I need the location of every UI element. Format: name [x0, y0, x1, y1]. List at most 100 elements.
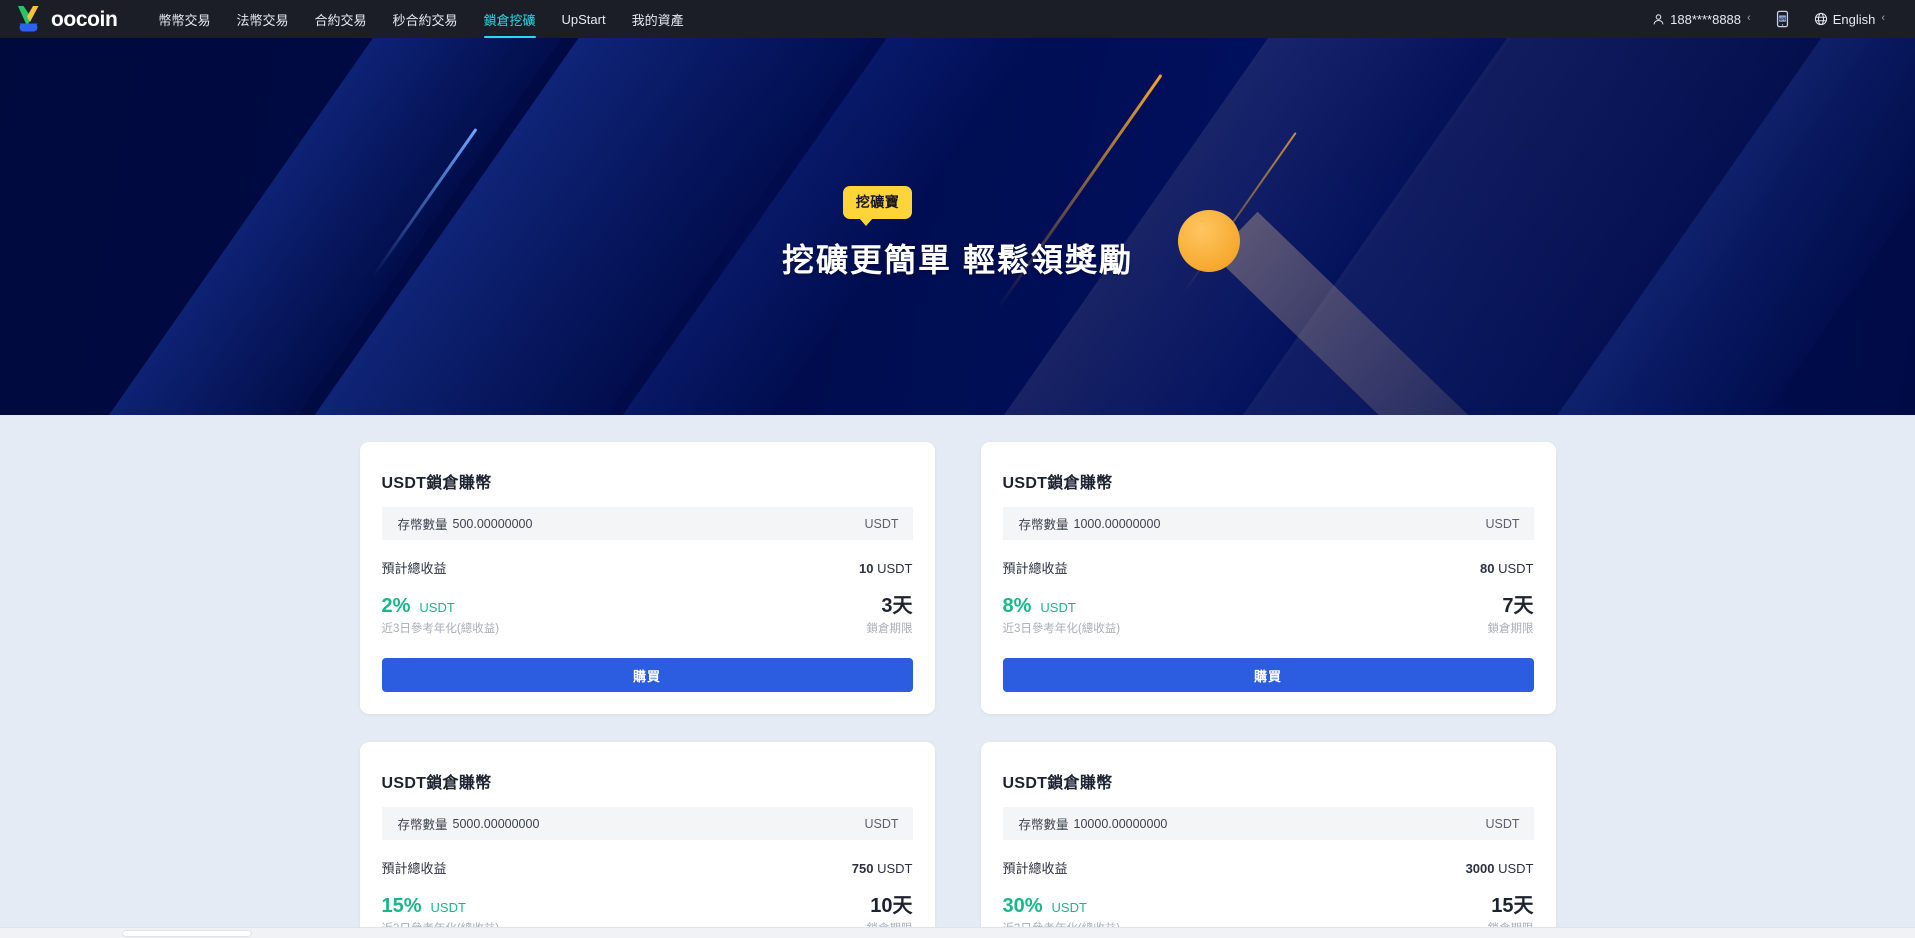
annual-rate-value: 8% [1002, 595, 1032, 617]
profit-unit: USDT [877, 561, 913, 576]
nav-item-my-assets[interactable]: 我的資產 [619, 0, 697, 38]
rate-group: 15% USDT [382, 895, 466, 918]
annual-rate-coin: USDT [1040, 600, 1076, 615]
rate-term-caption-row: 近3日參考年化(總收益) 鎖倉期限 [382, 620, 913, 636]
lock-term-value: 7天 [1502, 595, 1534, 617]
estimated-profit-label: 預計總收益 [1002, 561, 1068, 576]
rate-group: 30% USDT [1003, 895, 1087, 918]
horizontal-scrollbar-thumb[interactable] [122, 930, 252, 937]
profit-unit: USDT [877, 861, 913, 876]
rate-term-row: 2% USDT 3天 [382, 589, 913, 618]
deposit-amount-value: 1000.00000000 [1073, 516, 1161, 531]
estimated-profit-row: 預計總收益 3000 USDT [1003, 858, 1534, 877]
brand-logo[interactable]: oocoin [14, 4, 118, 34]
annual-rate-value: 15% [381, 895, 422, 917]
lock-term-value: 15天 [1491, 895, 1534, 917]
card-title: USDT鎖倉賺幣 [1002, 475, 1113, 492]
deposit-amount-field[interactable]: 存幣數量 5000.00000000 USDT [381, 807, 913, 840]
estimated-profit-label: 預計總收益 [381, 561, 447, 576]
profit-number: 80 [1480, 561, 1495, 576]
estimated-profit-value: 10 USDT [859, 561, 912, 576]
nav-label: 我的資產 [631, 12, 684, 28]
estimated-profit-row: 預計總收益 750 USDT [382, 858, 913, 877]
user-icon [1652, 13, 1665, 26]
deposit-amount-unit: USDT [864, 816, 899, 831]
nav-label: 法幣交易 [236, 12, 289, 28]
rate-group: 2% USDT [382, 595, 455, 618]
deposit-amount-label: 存幣數量 [397, 818, 448, 832]
nav-item-futures[interactable]: 合約交易 [301, 0, 379, 38]
deposit-amount-field[interactable]: 存幣數量 1000.00000000 USDT [1002, 507, 1534, 540]
nav-label: UpStart [561, 11, 606, 27]
rate-term-row: 8% USDT 7天 [1003, 589, 1534, 618]
annual-rate-coin: USDT [1051, 900, 1087, 915]
lock-term-note: 鎖倉期限 [1487, 623, 1534, 635]
annual-rate-note: 近3日參考年化(總收益) [381, 623, 500, 635]
deposit-amount-unit: USDT [864, 516, 899, 531]
estimated-profit-value: 3000 USDT [1466, 861, 1534, 876]
globe-icon [1814, 12, 1828, 26]
estimated-profit-label: 預計總收益 [1002, 861, 1068, 876]
rate-term-row: 15% USDT 10天 [382, 889, 913, 918]
product-card: USDT鎖倉賺幣 存幣數量 1000.00000000 USDT 預計總收益 8… [980, 442, 1556, 714]
deposit-amount-label: 存幣數量 [1018, 818, 1069, 832]
nav-item-upstart[interactable]: UpStart [549, 0, 619, 38]
lock-term-value: 3天 [881, 595, 913, 617]
profit-unit: USDT [1498, 861, 1534, 876]
annual-rate-coin: USDT [419, 600, 455, 615]
main-content: USDT鎖倉賺幣 存幣數量 500.00000000 USDT 預計總收益 10… [0, 415, 1915, 938]
nav-label: 幣幣交易 [158, 12, 211, 28]
brand-logo-text: oocoin [51, 7, 118, 31]
product-card: USDT鎖倉賺幣 存幣數量 500.00000000 USDT 預計總收益 10… [359, 442, 935, 714]
deposit-amount-field[interactable]: 存幣數量 500.00000000 USDT [381, 507, 913, 540]
annual-rate-value: 30% [1002, 895, 1043, 917]
card-title: USDT鎖倉賺幣 [1002, 775, 1113, 792]
deposit-amount-label: 存幣數量 [397, 518, 448, 532]
estimated-profit-row: 預計總收益 10 USDT [382, 558, 913, 577]
profit-number: 750 [851, 861, 874, 876]
lock-term-note: 鎖倉期限 [866, 623, 913, 635]
product-card-grid: USDT鎖倉賺幣 存幣數量 500.00000000 USDT 預計總收益 10… [359, 442, 1556, 938]
deposit-amount-unit: USDT [1485, 516, 1520, 531]
voocoin-v-logo-icon [14, 4, 48, 34]
deposit-amount-field[interactable]: 存幣數量 10000.00000000 USDT [1002, 807, 1534, 840]
top-header: oocoin 幣幣交易 法幣交易 合約交易 秒合約交易 鎖倉挖礦 UpStart… [0, 0, 1915, 38]
deposit-amount-unit: USDT [1485, 816, 1520, 831]
nav-item-seconds-contract[interactable]: 秒合約交易 [379, 0, 470, 38]
buy-button[interactable]: 購買 [381, 658, 913, 692]
annual-rate-coin: USDT [430, 900, 466, 915]
horizontal-scrollbar[interactable] [0, 927, 1915, 938]
mobile-app-icon: APP [1775, 10, 1790, 28]
chevron-icon: ‹ [1881, 12, 1885, 24]
annual-rate-value: 2% [381, 595, 411, 617]
nav-item-fiat[interactable]: 法幣交易 [223, 0, 301, 38]
profit-number: 10 [859, 561, 874, 576]
nav-label: 秒合約交易 [392, 12, 458, 28]
deposit-amount-value: 5000.00000000 [452, 816, 540, 831]
hero-badge: 挖礦寶 [842, 186, 913, 226]
hero-content: 挖礦寶 挖礦更簡單 輕鬆領獎勵 [0, 38, 1915, 281]
main-nav: 幣幣交易 法幣交易 合約交易 秒合約交易 鎖倉挖礦 UpStart 我的資產 [145, 0, 696, 38]
nav-item-lock-mining[interactable]: 鎖倉挖礦 [471, 0, 549, 38]
language-label: English [1832, 11, 1876, 27]
svg-text:APP: APP [1778, 16, 1787, 21]
rate-term-row: 30% USDT 15天 [1003, 889, 1534, 918]
hero-title: 挖礦更簡單 輕鬆領獎勵 [782, 242, 1133, 278]
estimated-profit-value: 80 USDT [1480, 561, 1533, 576]
buy-button[interactable]: 購買 [1002, 658, 1534, 692]
chevron-icon: ‹ [1747, 12, 1751, 24]
app-download-button[interactable]: APP [1763, 10, 1802, 28]
estimated-profit-value: 750 USDT [852, 861, 913, 876]
account-menu[interactable]: 188****8888 ‹ [1640, 12, 1763, 27]
nav-item-spot[interactable]: 幣幣交易 [145, 0, 223, 38]
card-title: USDT鎖倉賺幣 [381, 775, 492, 792]
profit-unit: USDT [1498, 561, 1534, 576]
hero-banner: 挖礦寶 挖礦更簡單 輕鬆領獎勵 [0, 38, 1915, 415]
product-card: USDT鎖倉賺幣 存幣數量 5000.00000000 USDT 預計總收益 7… [359, 742, 935, 938]
deposit-amount-label: 存幣數量 [1018, 518, 1069, 532]
account-label: 188****8888 [1670, 11, 1742, 27]
lock-term-value: 10天 [870, 895, 913, 917]
rate-term-caption-row: 近3日參考年化(總收益) 鎖倉期限 [1003, 620, 1534, 636]
deposit-amount-value: 500.00000000 [452, 516, 533, 531]
language-selector[interactable]: English ‹ [1802, 12, 1897, 27]
